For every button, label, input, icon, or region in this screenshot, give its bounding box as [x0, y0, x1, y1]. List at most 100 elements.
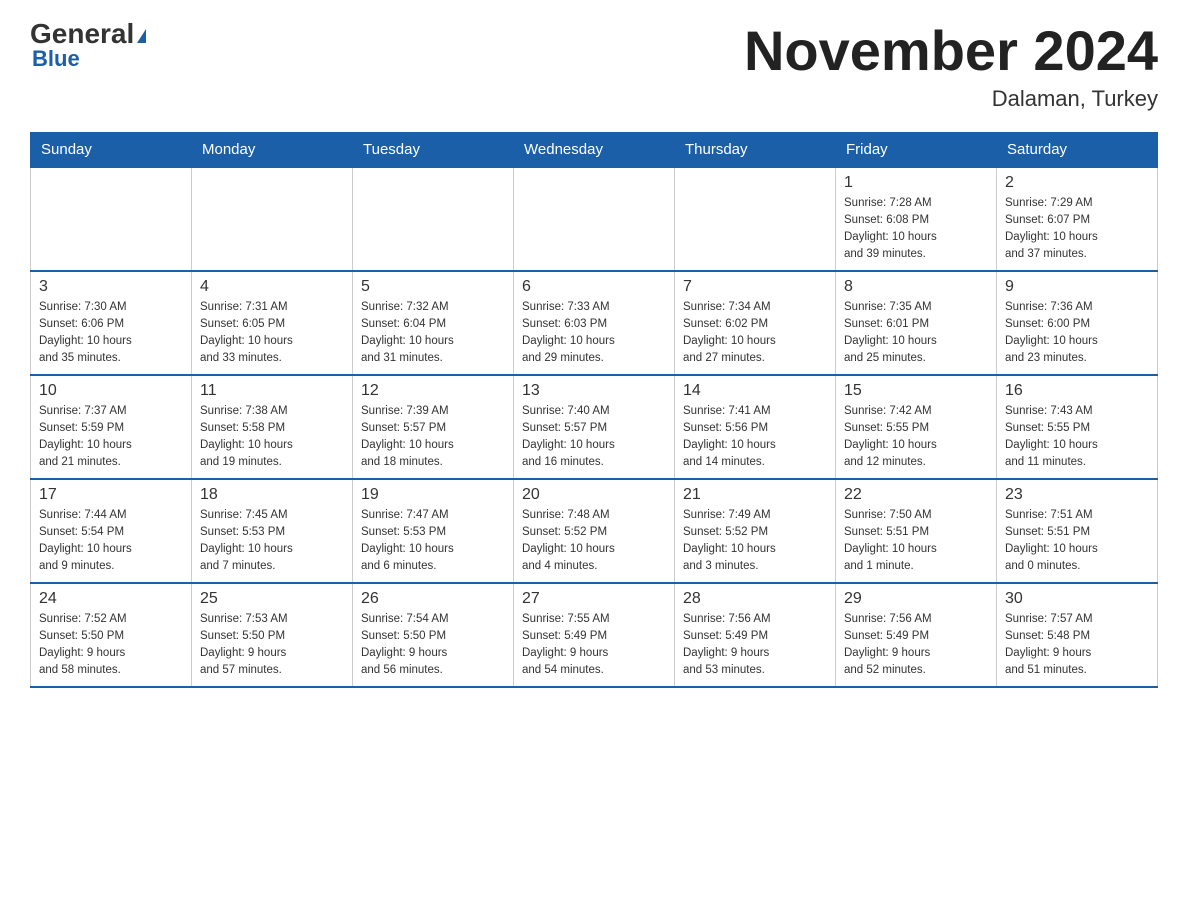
day-info: Sunrise: 7:38 AM Sunset: 5:58 PM Dayligh… [200, 403, 344, 472]
calendar-cell: 2 Sunrise: 7:29 AM Sunset: 6:07 PM Daylig… [997, 167, 1158, 271]
day-number: 23 [1005, 486, 1149, 504]
calendar-cell: 4Sunrise: 7:31 AM Sunset: 6:05 PM Daylig… [192, 271, 353, 375]
day-number: 13 [522, 382, 666, 400]
day-number: 28 [683, 590, 827, 608]
calendar-cell: 9Sunrise: 7:36 AM Sunset: 6:00 PM Daylig… [997, 271, 1158, 375]
day-info: Sunrise: 7:50 AM Sunset: 5:51 PM Dayligh… [844, 507, 988, 576]
day-info: Sunrise: 7:44 AM Sunset: 5:54 PM Dayligh… [39, 507, 183, 576]
calendar-header-sunday: Sunday [31, 132, 192, 167]
calendar-cell: 28Sunrise: 7:56 AM Sunset: 5:49 PM Dayli… [675, 583, 836, 687]
day-number: 10 [39, 382, 183, 400]
day-number: 20 [522, 486, 666, 504]
day-number: 1 [844, 174, 988, 192]
calendar-week-row: 1 Sunrise: 7:28 AM Sunset: 6:08 PM Daylig… [31, 167, 1158, 271]
calendar-cell [192, 167, 353, 271]
calendar-cell: 11 Sunrise: 7:38 AM Sunset: 5:58 PM Dayli… [192, 375, 353, 479]
logo: General Blue [30, 20, 146, 72]
day-info: Sunrise: 7:47 AM Sunset: 5:53 PM Dayligh… [361, 507, 505, 576]
logo-general: General [30, 20, 146, 48]
calendar-cell: 29 Sunrise: 7:56 AM Sunset: 5:49 PM Dayli… [836, 583, 997, 687]
calendar-header-monday: Monday [192, 132, 353, 167]
day-info: Sunrise: 7:35 AM Sunset: 6:01 PM Dayligh… [844, 299, 988, 368]
day-number: 12 [361, 382, 505, 400]
calendar-header-friday: Friday [836, 132, 997, 167]
day-info: Sunrise: 7:33 AM Sunset: 6:03 PM Dayligh… [522, 299, 666, 368]
day-number: 29 [844, 590, 988, 608]
day-number: 4 [200, 278, 344, 296]
day-number: 19 [361, 486, 505, 504]
day-number: 17 [39, 486, 183, 504]
day-info: Sunrise: 7:55 AM Sunset: 5:49 PM Dayligh… [522, 611, 666, 680]
day-number: 6 [522, 278, 666, 296]
calendar-header-tuesday: Tuesday [353, 132, 514, 167]
calendar-header-row: SundayMondayTuesdayWednesdayThursdayFrid… [31, 132, 1158, 167]
calendar-cell: 15 Sunrise: 7:42 AM Sunset: 5:55 PM Dayli… [836, 375, 997, 479]
calendar-header-thursday: Thursday [675, 132, 836, 167]
day-number: 18 [200, 486, 344, 504]
calendar-header-saturday: Saturday [997, 132, 1158, 167]
calendar-cell: 3Sunrise: 7:30 AM Sunset: 6:06 PM Daylig… [31, 271, 192, 375]
month-title: November 2024 [744, 20, 1158, 82]
calendar-cell: 17 Sunrise: 7:44 AM Sunset: 5:54 PM Dayli… [31, 479, 192, 583]
day-info: Sunrise: 7:41 AM Sunset: 5:56 PM Dayligh… [683, 403, 827, 472]
calendar-cell: 12Sunrise: 7:39 AM Sunset: 5:57 PM Dayli… [353, 375, 514, 479]
calendar-cell: 6 Sunrise: 7:33 AM Sunset: 6:03 PM Daylig… [514, 271, 675, 375]
day-info: Sunrise: 7:43 AM Sunset: 5:55 PM Dayligh… [1005, 403, 1149, 472]
calendar-cell: 24 Sunrise: 7:52 AM Sunset: 5:50 PM Dayli… [31, 583, 192, 687]
day-number: 25 [200, 590, 344, 608]
calendar-cell: 8 Sunrise: 7:35 AM Sunset: 6:01 PM Daylig… [836, 271, 997, 375]
day-info: Sunrise: 7:36 AM Sunset: 6:00 PM Dayligh… [1005, 299, 1149, 368]
calendar-cell [353, 167, 514, 271]
day-info: Sunrise: 7:52 AM Sunset: 5:50 PM Dayligh… [39, 611, 183, 680]
day-number: 16 [1005, 382, 1149, 400]
calendar-cell: 26Sunrise: 7:54 AM Sunset: 5:50 PM Dayli… [353, 583, 514, 687]
calendar-cell: 16 Sunrise: 7:43 AM Sunset: 5:55 PM Dayli… [997, 375, 1158, 479]
day-number: 21 [683, 486, 827, 504]
location: Dalaman, Turkey [744, 86, 1158, 112]
calendar-cell: 23 Sunrise: 7:51 AM Sunset: 5:51 PM Dayli… [997, 479, 1158, 583]
calendar-cell: 19 Sunrise: 7:47 AM Sunset: 5:53 PM Dayli… [353, 479, 514, 583]
day-number: 2 [1005, 174, 1149, 192]
calendar-week-row: 3Sunrise: 7:30 AM Sunset: 6:06 PM Daylig… [31, 271, 1158, 375]
day-number: 30 [1005, 590, 1149, 608]
day-info: Sunrise: 7:49 AM Sunset: 5:52 PM Dayligh… [683, 507, 827, 576]
calendar-cell: 21 Sunrise: 7:49 AM Sunset: 5:52 PM Dayli… [675, 479, 836, 583]
day-number: 15 [844, 382, 988, 400]
calendar-cell [31, 167, 192, 271]
day-info: Sunrise: 7:32 AM Sunset: 6:04 PM Dayligh… [361, 299, 505, 368]
day-number: 8 [844, 278, 988, 296]
day-number: 24 [39, 590, 183, 608]
calendar-cell: 25 Sunrise: 7:53 AM Sunset: 5:50 PM Dayli… [192, 583, 353, 687]
day-info: Sunrise: 7:28 AM Sunset: 6:08 PM Dayligh… [844, 195, 988, 264]
calendar-cell [675, 167, 836, 271]
calendar-cell: 27 Sunrise: 7:55 AM Sunset: 5:49 PM Dayli… [514, 583, 675, 687]
calendar-week-row: 17 Sunrise: 7:44 AM Sunset: 5:54 PM Dayli… [31, 479, 1158, 583]
day-number: 5 [361, 278, 505, 296]
title-section: November 2024 Dalaman, Turkey [744, 20, 1158, 112]
calendar-cell: 22 Sunrise: 7:50 AM Sunset: 5:51 PM Dayli… [836, 479, 997, 583]
day-info: Sunrise: 7:37 AM Sunset: 5:59 PM Dayligh… [39, 403, 183, 472]
day-info: Sunrise: 7:34 AM Sunset: 6:02 PM Dayligh… [683, 299, 827, 368]
day-info: Sunrise: 7:29 AM Sunset: 6:07 PM Dayligh… [1005, 195, 1149, 264]
page-header: General Blue November 2024 Dalaman, Turk… [30, 20, 1158, 112]
day-number: 26 [361, 590, 505, 608]
day-number: 14 [683, 382, 827, 400]
calendar-cell: 10 Sunrise: 7:37 AM Sunset: 5:59 PM Dayli… [31, 375, 192, 479]
calendar-cell: 1 Sunrise: 7:28 AM Sunset: 6:08 PM Daylig… [836, 167, 997, 271]
day-info: Sunrise: 7:45 AM Sunset: 5:53 PM Dayligh… [200, 507, 344, 576]
day-info: Sunrise: 7:42 AM Sunset: 5:55 PM Dayligh… [844, 403, 988, 472]
day-info: Sunrise: 7:51 AM Sunset: 5:51 PM Dayligh… [1005, 507, 1149, 576]
calendar-cell: 7Sunrise: 7:34 AM Sunset: 6:02 PM Daylig… [675, 271, 836, 375]
day-info: Sunrise: 7:57 AM Sunset: 5:48 PM Dayligh… [1005, 611, 1149, 680]
day-info: Sunrise: 7:48 AM Sunset: 5:52 PM Dayligh… [522, 507, 666, 576]
calendar-week-row: 24 Sunrise: 7:52 AM Sunset: 5:50 PM Dayli… [31, 583, 1158, 687]
day-number: 11 [200, 382, 344, 400]
day-info: Sunrise: 7:56 AM Sunset: 5:49 PM Dayligh… [844, 611, 988, 680]
logo-blue: Blue [30, 46, 80, 72]
day-info: Sunrise: 7:53 AM Sunset: 5:50 PM Dayligh… [200, 611, 344, 680]
day-number: 22 [844, 486, 988, 504]
day-number: 27 [522, 590, 666, 608]
calendar-cell: 5 Sunrise: 7:32 AM Sunset: 6:04 PM Daylig… [353, 271, 514, 375]
calendar-cell [514, 167, 675, 271]
day-info: Sunrise: 7:30 AM Sunset: 6:06 PM Dayligh… [39, 299, 183, 368]
